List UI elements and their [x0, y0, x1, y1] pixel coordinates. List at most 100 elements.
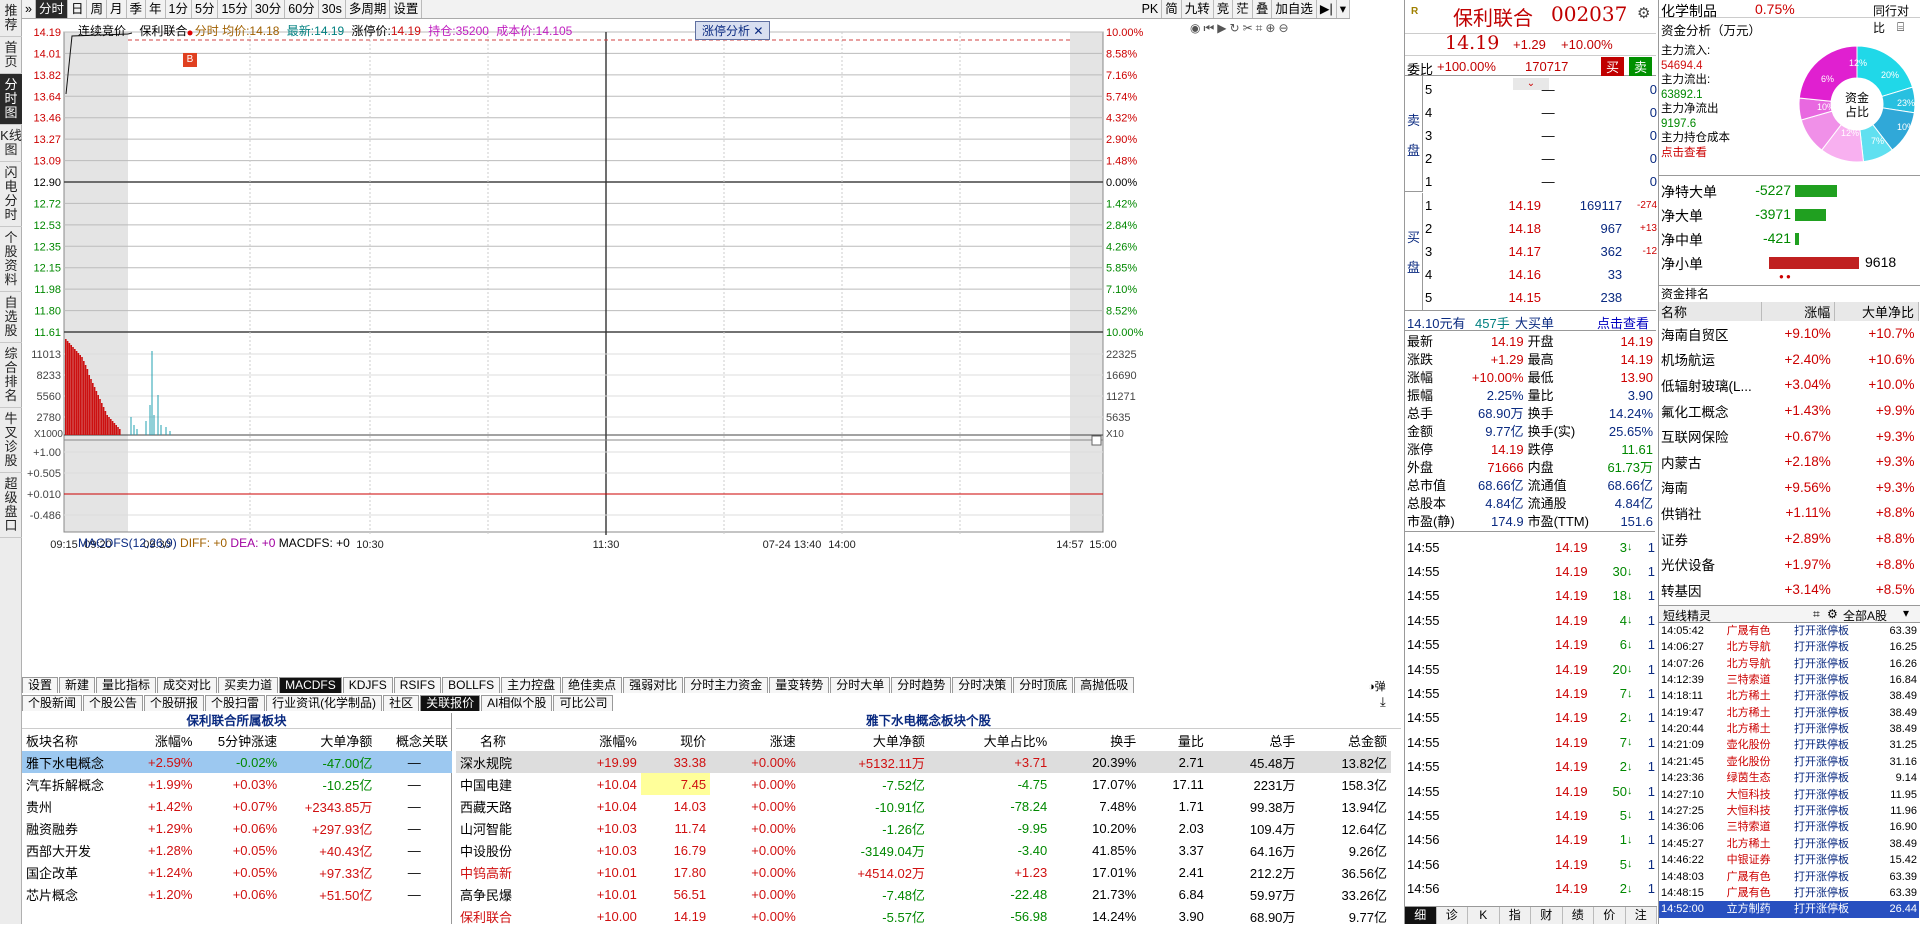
rank-row[interactable]: 内蒙古 +2.18% +9.3% — [1659, 449, 1919, 475]
shortline-row[interactable]: 14:36:06 三特索道 打开涨停板 16.90 — [1659, 819, 1919, 835]
stock-column-header[interactable]: 量比 — [1140, 729, 1208, 751]
rank-column-header[interactable]: 大单净比 — [1834, 302, 1919, 321]
stock-column-header[interactable]: 大单占比% — [929, 729, 1051, 751]
info-tab[interactable]: AI相似个股 — [481, 695, 553, 711]
rank-row[interactable]: 海南 +9.56% +9.3% — [1659, 475, 1919, 501]
info-tab[interactable]: 个股扫雷 — [205, 695, 266, 711]
rank-row[interactable]: 低辐射玻璃(L... +3.04% +10.0% — [1659, 372, 1919, 398]
period-button[interactable]: 周 — [87, 0, 107, 18]
sell-level[interactable]: 1 — 0 — [1425, 170, 1657, 193]
rank-row[interactable]: 机场航运 +2.40% +10.6% — [1659, 347, 1919, 373]
stock-column-header[interactable]: 涨速 — [710, 729, 800, 751]
indicator-tab[interactable]: 强弱对比 — [623, 677, 684, 693]
period-button[interactable]: 设置 — [390, 0, 423, 18]
toolbar-tool[interactable]: 九转 — [1182, 0, 1214, 18]
shortline-row[interactable]: 14:21:45 壶化股份 打开涨停板 31.16 — [1659, 754, 1919, 770]
play-prev-icon[interactable]: ⏮ — [1203, 21, 1217, 35]
zoom-out-icon[interactable]: ⊖ — [1278, 21, 1291, 35]
stock-column-header[interactable]: 换手 — [1051, 729, 1140, 751]
period-button[interactable]: 年 — [146, 0, 166, 18]
download-icon[interactable]: ⤓ — [1380, 694, 1386, 710]
detail-tab[interactable]: 财 — [1531, 907, 1563, 924]
rank-column-header[interactable]: 名称 — [1659, 302, 1762, 321]
shortline-row[interactable]: 14:19:47 北方稀土 打开涨停板 38.49 — [1659, 704, 1919, 720]
detail-tab[interactable]: 价 — [1594, 907, 1626, 924]
sector-row[interactable]: 贵州 +1.42% +0.07% +2343.85万 — — [22, 795, 452, 817]
filter-dropdown-icon[interactable]: ▾ — [1903, 606, 1909, 620]
indicator-tab[interactable]: 分时决策 — [952, 677, 1013, 693]
stock-row[interactable]: 高争民爆 +10.01 56.51 +0.00% -7.48亿 -22.48 21.73% 6… — [456, 883, 1391, 905]
rank-row[interactable]: 光伏设备 +1.97% +8.8% — [1659, 551, 1919, 577]
stock-row[interactable]: 中设股份 +10.03 16.79 +0.00% -3149.04万 -3.40 41.85… — [456, 839, 1391, 861]
info-tab[interactable]: 关联报价 — [420, 695, 481, 711]
detail-tab[interactable]: 注 — [1626, 907, 1657, 924]
close-icon[interactable]: ✕ — [753, 24, 763, 38]
stock-column-header[interactable]: 现价 — [641, 729, 710, 751]
rank-row[interactable]: 供销社 +1.11% +8.8% — [1659, 500, 1919, 526]
chart-mini-icon[interactable]: ⌸ — [1897, 20, 1904, 35]
toolbar-tool[interactable]: 茫 — [1233, 0, 1253, 18]
shortline-row[interactable]: 14:20:44 北方稀土 打开涨停板 38.49 — [1659, 721, 1919, 737]
gear-icon[interactable]: ⚙ — [1637, 4, 1650, 22]
sector-column-header[interactable]: 板块名称 — [22, 729, 130, 751]
info-tab[interactable]: 个股研报 — [144, 695, 205, 711]
info-tab[interactable]: 可比公司 — [553, 695, 614, 711]
buy-level[interactable]: 2 14.18 967 +13 — [1425, 217, 1657, 240]
rank-row[interactable]: 证券 +2.89% +8.8% — [1659, 526, 1919, 552]
period-button[interactable]: 日 — [68, 0, 88, 18]
toolbar-tool[interactable]: PK — [1139, 0, 1163, 18]
toolbar-tool[interactable]: 竞 — [1214, 0, 1234, 18]
rank-row[interactable]: 海南自贸区 +9.10% +10.7% — [1659, 321, 1919, 347]
stock-row[interactable]: 中国电建 +10.04 7.45 +0.00% -7.52亿 -4.75 17.07% 17.… — [456, 773, 1391, 795]
indicator-tab[interactable]: 绝佳卖点 — [562, 677, 623, 693]
sector-row[interactable]: 融资融券 +1.29% +0.06% +297.93亿 — — [22, 817, 452, 839]
period-button[interactable]: 15分 — [218, 0, 252, 18]
sector-row[interactable]: 汽车拆解概念 +1.99% +0.03% -10.25亿 — — [22, 773, 452, 795]
eye-icon[interactable]: ◉ — [1190, 21, 1203, 35]
info-tab[interactable]: 行业资讯(化学制品) — [266, 695, 383, 711]
indicator-tab[interactable]: 分时顶底 — [1013, 677, 1074, 693]
shortline-row[interactable]: 14:12:39 三特索道 打开涨停板 16.84 — [1659, 672, 1919, 688]
refresh-icon[interactable]: ↻ — [1230, 21, 1243, 35]
shortline-row[interactable]: 14:27:25 大恒科技 打开涨停板 11.96 — [1659, 803, 1919, 819]
period-button[interactable]: 多周期 — [346, 0, 391, 18]
zoom-in-icon[interactable]: ⊕ — [1265, 21, 1278, 35]
indicator-tab[interactable]: BOLLFS — [442, 677, 501, 693]
period-button[interactable]: 月 — [107, 0, 127, 18]
sector-column-header[interactable]: 涨幅% — [130, 729, 196, 751]
shortline-row[interactable]: 14:06:27 北方导航 打开涨停板 16.25 — [1659, 639, 1919, 655]
shortline-row[interactable]: 14:23:36 绿茵生态 打开涨停板 9.14 — [1659, 770, 1919, 786]
cost-link[interactable]: 点击查看 — [1661, 146, 1730, 161]
stock-column-header[interactable]: 大单净额 — [800, 729, 929, 751]
period-button[interactable]: 5分 — [192, 0, 219, 18]
big-order-link[interactable]: 点击查看 — [1597, 313, 1649, 332]
menu-dropdown-icon[interactable]: ▾ — [1337, 0, 1350, 18]
buy-level[interactable]: 5 14.15 238 — [1425, 286, 1657, 309]
shortline-row[interactable]: 14:27:10 大恒科技 打开涨停板 11.95 — [1659, 786, 1919, 802]
indicator-tab[interactable]: 买卖力道 — [218, 677, 279, 693]
buy-level[interactable]: 3 14.17 362 -12 — [1425, 240, 1657, 263]
period-button[interactable]: 30分 — [252, 0, 286, 18]
sector-row[interactable]: 西部大开发 +1.28% +0.05% +40.43亿 — — [22, 839, 452, 861]
page-dots-icon[interactable]: ● ● — [1779, 272, 1791, 281]
stock-column-header[interactable]: 名称 — [456, 729, 559, 751]
stock-row[interactable]: 深水规院 +19.99 33.38 +0.00% +5132.11万 +3.71 20.39… — [456, 751, 1391, 773]
shortline-row[interactable]: 14:21:09 壶化股份 打开跌停板 31.25 — [1659, 737, 1919, 753]
indicator-tab[interactable]: MACDFS — [279, 677, 342, 693]
sell-level[interactable]: 3 — 0 — [1425, 124, 1657, 147]
toolbar-tool[interactable]: 加自选 — [1272, 0, 1317, 18]
info-tab[interactable]: 社区 — [383, 695, 420, 711]
sector-row[interactable]: 国企改革 +1.24% +0.05% +97.33亿 — — [22, 861, 452, 883]
sector-column-header[interactable]: 概念关联 — [376, 729, 452, 751]
sector-row[interactable]: 雅下水电概念 +2.59% -0.02% -47.00亿 — — [22, 751, 452, 773]
period-button[interactable]: 60分 — [285, 0, 319, 18]
indicator-tab[interactable]: 分时大单 — [830, 677, 891, 693]
close-macd-icon[interactable] — [1091, 435, 1102, 446]
rank-row[interactable]: 转基因 +3.14% +8.5% — [1659, 577, 1919, 603]
sector-column-header[interactable]: 5分钟涨速 — [196, 729, 281, 751]
indicator-tab[interactable]: 分时趋势 — [891, 677, 952, 693]
stock-row[interactable]: 西藏天路 +10.04 14.03 +0.00% -10.91亿 -78.24 7.48% 1… — [456, 795, 1391, 817]
sell-level[interactable]: 5 — 0 — [1425, 78, 1657, 101]
shortline-row[interactable]: 14:45:27 北方稀土 打开涨停板 38.49 — [1659, 836, 1919, 852]
shortline-filter[interactable]: 全部A股 — [1843, 607, 1887, 624]
